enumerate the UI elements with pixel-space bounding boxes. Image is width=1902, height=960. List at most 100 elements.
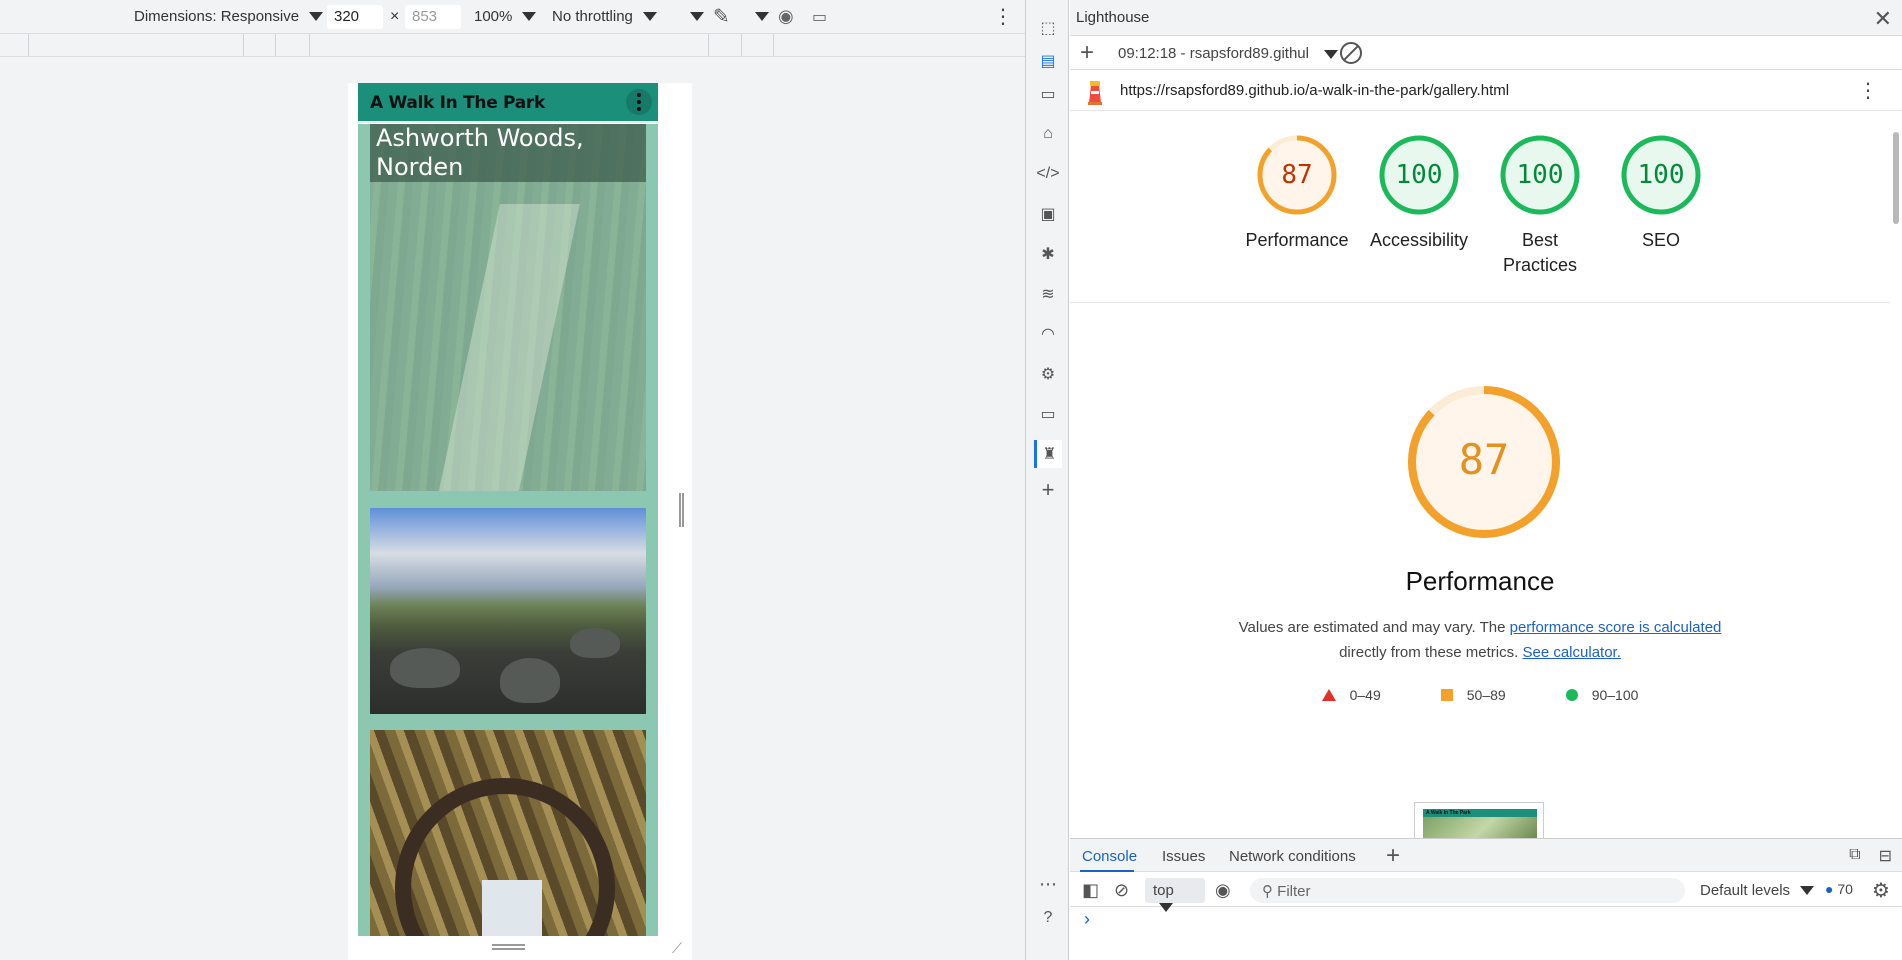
resize-corner-icon[interactable]: ⟋ bbox=[672, 940, 688, 956]
inspect-element-icon[interactable]: ⬚ bbox=[1034, 14, 1062, 42]
console-prompt-chevron-icon[interactable]: › bbox=[1084, 909, 1090, 930]
thumbnail-nav: A Walk In The Park bbox=[1423, 809, 1537, 817]
photo-rock bbox=[570, 628, 620, 658]
lighthouse-logo-icon bbox=[1088, 81, 1102, 105]
tab-console[interactable]: Console bbox=[1082, 848, 1137, 865]
device-toolbar: Dimensions: Responsive 320 × 853 100% No… bbox=[0, 0, 1025, 33]
gallery-body: Ashworth Woods, Norden bbox=[358, 124, 658, 936]
score-legend: 0–49 50–89 90–100 bbox=[1070, 687, 1890, 703]
site-brand[interactable]: A Walk In The Park bbox=[370, 93, 545, 113]
move-drawer-icon[interactable]: ⊟ bbox=[1879, 846, 1892, 866]
dimensions-dropdown[interactable]: Dimensions: Responsive bbox=[134, 0, 324, 33]
score-calculation-link[interactable]: performance score is calculated bbox=[1510, 619, 1722, 636]
performance-icon[interactable]: ◠ bbox=[1034, 320, 1062, 348]
log-levels-dropdown[interactable]: Default levels bbox=[1700, 882, 1815, 899]
more-tools-icon[interactable]: ⋯ bbox=[1034, 870, 1062, 898]
score-gauge-accessibility[interactable]: 100 Accessibility bbox=[1359, 134, 1479, 253]
viewport-height-handle[interactable] bbox=[492, 944, 525, 950]
photo-path bbox=[436, 204, 580, 491]
network-icon[interactable]: ≋ bbox=[1034, 280, 1062, 308]
eye-icon[interactable]: ◉ bbox=[778, 0, 794, 33]
lighthouse-icon[interactable]: ♜ bbox=[1034, 440, 1062, 468]
final-screenshot-thumbnail[interactable]: A Walk In The Park bbox=[1414, 802, 1544, 838]
eye-icon[interactable]: ◉ bbox=[1215, 880, 1231, 901]
more-options-dropdown[interactable] bbox=[745, 0, 769, 33]
chevron-down-icon bbox=[690, 12, 704, 21]
report-url-bar: https://rsapsford89.github.io/a-walk-in-… bbox=[1070, 71, 1902, 111]
sidebar-toggle-icon[interactable]: ◧ bbox=[1082, 880, 1099, 901]
device-options-dropdown[interactable] bbox=[680, 0, 704, 33]
panel-title: Lighthouse bbox=[1076, 9, 1150, 26]
drawer-tabbar: Console Issues Network conditions + ⧉ ⊟ bbox=[1070, 838, 1902, 872]
device-emulation-area: Dimensions: Responsive 320 × 853 100% No… bbox=[0, 0, 1025, 960]
home-icon[interactable]: ⌂ bbox=[1034, 120, 1062, 148]
site-navbar: A Walk In The Park bbox=[358, 83, 658, 123]
gallery-photo-waterwheel[interactable] bbox=[370, 730, 646, 936]
help-icon[interactable]: ? bbox=[1034, 904, 1062, 932]
legend-fail: 0–49 bbox=[1321, 687, 1381, 703]
eyedropper-icon[interactable]: ✎ bbox=[713, 0, 730, 33]
clear-icon[interactable] bbox=[1340, 42, 1362, 64]
throttling-dropdown[interactable]: No throttling bbox=[552, 0, 657, 33]
console-icon[interactable]: ▣ bbox=[1034, 200, 1062, 228]
tab-network-conditions[interactable]: Network conditions bbox=[1229, 848, 1356, 865]
drawer-actions: ⧉ ⊟ bbox=[1849, 846, 1892, 866]
gauge-label: SEO bbox=[1641, 230, 1680, 250]
chevron-down-icon bbox=[1800, 886, 1815, 895]
score-gauge-seo[interactable]: 100 SEO bbox=[1601, 134, 1721, 253]
kebab-menu-icon[interactable]: ⋮ bbox=[993, 0, 1013, 33]
report-selector[interactable]: 09:12:18 - rsapsford89.github bbox=[1118, 45, 1308, 62]
chevron-down-icon[interactable] bbox=[1324, 50, 1338, 59]
gauge-score: 87 bbox=[1281, 160, 1313, 190]
new-report-icon[interactable]: + bbox=[1080, 39, 1094, 67]
kebab-menu-icon[interactable] bbox=[626, 89, 652, 115]
elements-icon[interactable]: </> bbox=[1034, 160, 1062, 188]
legend-average: 50–89 bbox=[1440, 687, 1506, 703]
filter-input[interactable]: ⚲ Filter bbox=[1250, 878, 1685, 903]
report-url[interactable]: https://rsapsford89.github.io/a-walk-in-… bbox=[1120, 82, 1509, 99]
ruler-tick bbox=[243, 34, 244, 56]
application-icon[interactable]: ▭ bbox=[1034, 400, 1062, 428]
device-toggle-icon[interactable]: ▤ bbox=[1034, 47, 1062, 75]
context-select[interactable]: top bbox=[1145, 878, 1205, 912]
message-count: 70 bbox=[1837, 881, 1853, 897]
legend-pass: 90–100 bbox=[1565, 687, 1638, 703]
gear-icon[interactable]: ⚙ bbox=[1872, 878, 1890, 903]
throttling-label: No throttling bbox=[552, 8, 633, 25]
message-count-badge[interactable]: ● 70 bbox=[1825, 881, 1853, 897]
chevron-down-icon bbox=[755, 12, 769, 21]
kebab-menu-icon[interactable]: ⋮ bbox=[1858, 81, 1878, 101]
tab-issues[interactable]: Issues bbox=[1162, 848, 1205, 865]
levels-label: Default levels bbox=[1700, 882, 1791, 899]
viewport-width-handle[interactable] bbox=[679, 493, 684, 527]
zoom-dropdown[interactable]: 100% bbox=[474, 0, 537, 33]
divider bbox=[1070, 302, 1890, 303]
clear-console-icon[interactable]: ⊘ bbox=[1114, 880, 1129, 901]
performance-score-large: 87 bbox=[1458, 435, 1510, 484]
window-icon[interactable]: ▭ bbox=[1034, 80, 1062, 108]
memory-icon[interactable]: ⚙ bbox=[1034, 360, 1062, 388]
gallery-photo-moorland[interactable] bbox=[370, 508, 646, 714]
gauge-score: 100 bbox=[1637, 160, 1685, 190]
see-calculator-link[interactable]: See calculator. bbox=[1522, 644, 1620, 661]
panel-titlebar: Lighthouse ✕ bbox=[1070, 0, 1902, 36]
bug-icon[interactable]: ✱ bbox=[1034, 240, 1062, 268]
plus-icon[interactable]: + bbox=[1386, 842, 1400, 870]
chevron-down-icon bbox=[642, 12, 657, 21]
height-input[interactable]: 853 bbox=[405, 5, 461, 29]
close-icon[interactable]: ✕ bbox=[1874, 6, 1892, 32]
plus-icon[interactable]: + bbox=[1034, 476, 1062, 504]
rotate-icon[interactable]: ▭ bbox=[812, 0, 827, 33]
performance-title: Performance bbox=[1405, 566, 1555, 596]
dimensions-label: Dimensions: Responsive bbox=[134, 8, 300, 25]
emulated-viewport[interactable]: A Walk In The Park Ashworth Woods, Norde… bbox=[348, 83, 692, 960]
scrollbar-thumb[interactable] bbox=[1893, 132, 1899, 224]
thumbnail-image bbox=[1423, 817, 1537, 838]
score-gauge-best-practices[interactable]: 100 Best Practices bbox=[1480, 134, 1600, 278]
score-gauge-performance[interactable]: 87 Performance bbox=[1237, 134, 1357, 253]
dock-icon[interactable]: ⧉ bbox=[1849, 846, 1860, 866]
desc-text: directly from these metrics. bbox=[1339, 644, 1519, 661]
circle-icon bbox=[1565, 689, 1578, 701]
gallery-photo-woods[interactable]: Ashworth Woods, Norden bbox=[370, 124, 646, 491]
width-input[interactable]: 320 bbox=[327, 5, 383, 29]
